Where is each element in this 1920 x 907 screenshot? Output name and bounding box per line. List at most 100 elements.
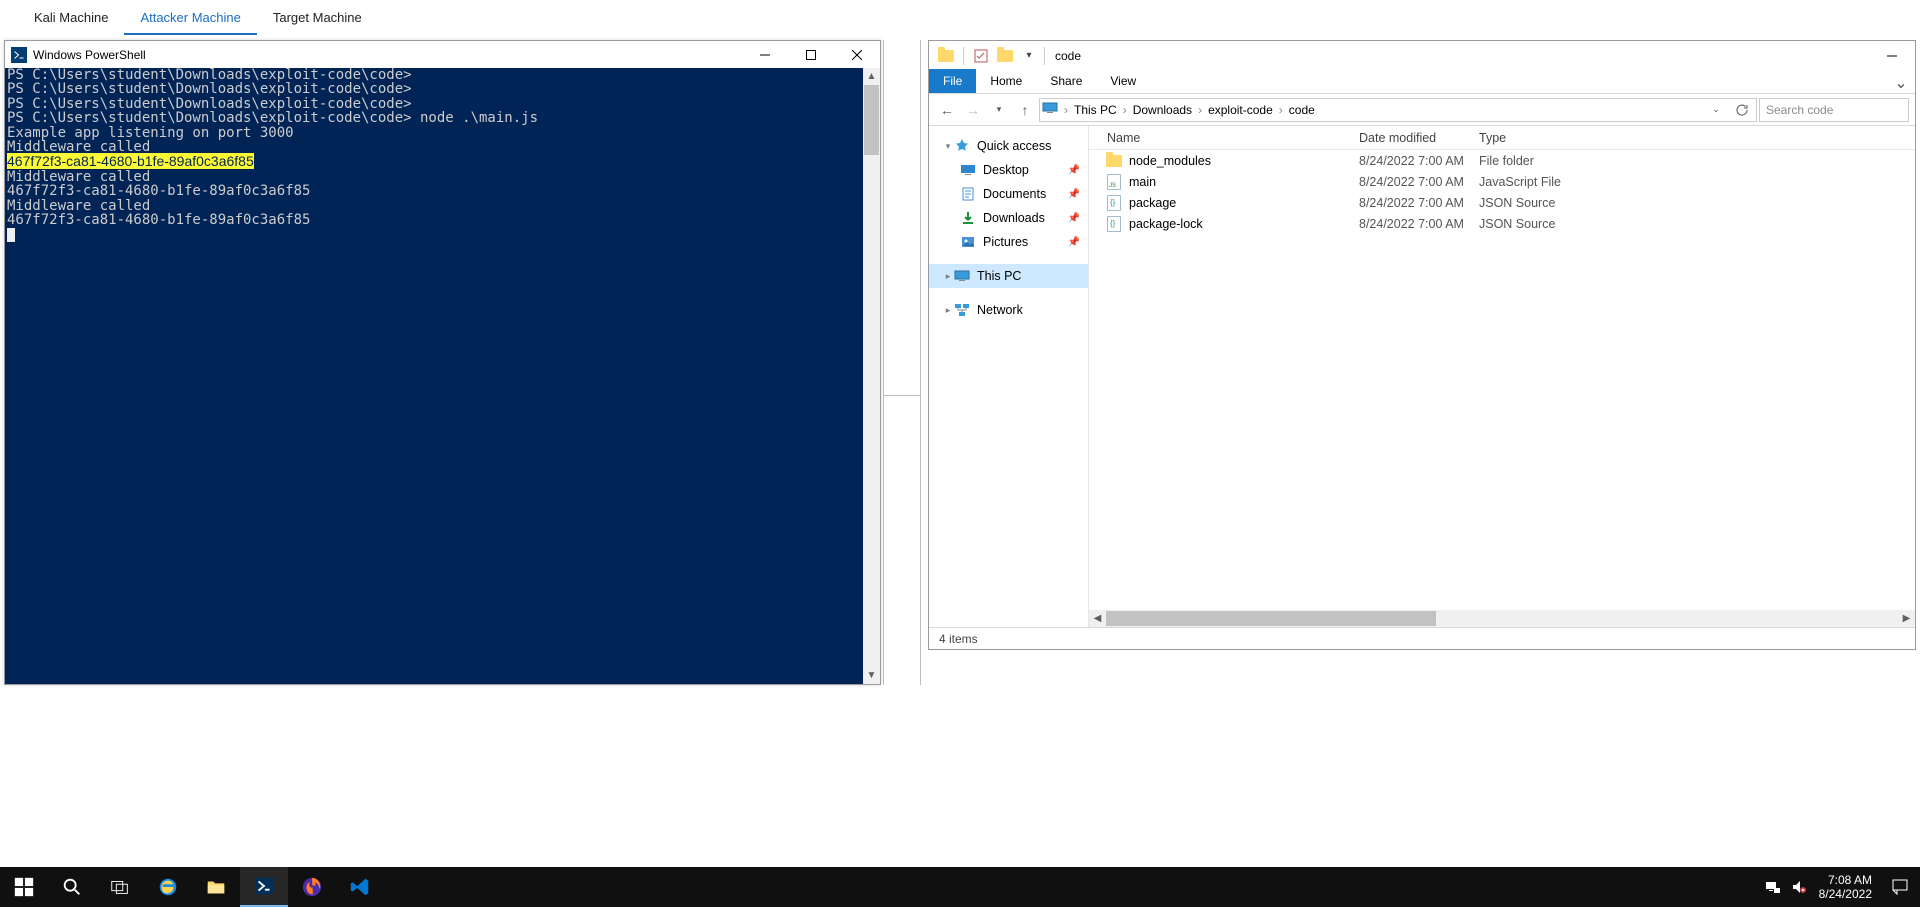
column-header-date[interactable]: Date modified: [1359, 131, 1479, 145]
breadcrumb-code[interactable]: code: [1285, 103, 1319, 117]
explorer-address-row: ← → ▾ ↑ › This PC › Downloads › exploit-…: [929, 94, 1915, 126]
qat-properties-icon[interactable]: [970, 45, 992, 67]
file-date: 8/24/2022 7:00 AM: [1359, 175, 1479, 189]
file-icon: [1105, 215, 1123, 233]
scroll-down-button[interactable]: ▼: [863, 667, 880, 684]
breadcrumb-downloads[interactable]: Downloads: [1129, 103, 1196, 117]
nav-label: This PC: [977, 269, 1021, 283]
explorer-titlebar[interactable]: ▾ code: [929, 41, 1915, 70]
close-button[interactable]: [834, 41, 880, 68]
taskbar-firefox-icon[interactable]: [288, 867, 336, 907]
task-view-button[interactable]: [96, 867, 144, 907]
tab-target-machine[interactable]: Target Machine: [257, 0, 378, 35]
pane-divider[interactable]: [883, 395, 920, 396]
pane-divider[interactable]: [920, 40, 921, 685]
status-item-count: 4 items: [939, 632, 978, 646]
system-tray[interactable]: [1765, 879, 1811, 895]
qat-newfolder-icon[interactable]: [994, 45, 1016, 67]
pictures-icon: [959, 233, 977, 251]
pin-icon: 📌: [1068, 189, 1080, 200]
taskbar-explorer-icon[interactable]: [192, 867, 240, 907]
chevron-right-icon[interactable]: ›: [1277, 103, 1285, 117]
notification-center-button[interactable]: [1880, 867, 1920, 907]
nav-this-pc[interactable]: ▸ This PC: [929, 264, 1088, 288]
scroll-right-button[interactable]: ▶: [1898, 610, 1915, 627]
tray-network-icon[interactable]: [1765, 879, 1781, 895]
nav-pictures[interactable]: Pictures 📌: [945, 230, 1088, 254]
powershell-output[interactable]: PS C:\Users\student\Downloads\exploit-co…: [5, 68, 863, 684]
column-header-name[interactable]: Name: [1089, 131, 1359, 145]
address-bar[interactable]: › This PC › Downloads › exploit-code › c…: [1039, 98, 1757, 122]
address-dropdown-icon[interactable]: ⌄: [1704, 98, 1728, 122]
powershell-title-text: Windows PowerShell: [33, 48, 146, 62]
file-row[interactable]: package-lock8/24/2022 7:00 AMJSON Source: [1089, 213, 1915, 234]
qat-folder-icon[interactable]: [935, 45, 957, 67]
powershell-titlebar[interactable]: Windows PowerShell: [5, 41, 880, 68]
nav-documents[interactable]: Documents 📌: [945, 182, 1088, 206]
file-row[interactable]: node_modules8/24/2022 7:00 AMFile folder: [1089, 150, 1915, 171]
pin-icon: 📌: [1068, 213, 1080, 224]
file-row[interactable]: package8/24/2022 7:00 AMJSON Source: [1089, 192, 1915, 213]
scroll-up-button[interactable]: ▲: [863, 68, 880, 85]
tab-kali-machine[interactable]: Kali Machine: [18, 0, 124, 35]
nav-label: Network: [977, 303, 1023, 317]
taskbar-powershell-icon[interactable]: [240, 867, 288, 907]
ribbon-tab-share[interactable]: Share: [1036, 69, 1096, 93]
nav-forward-button[interactable]: →: [961, 98, 985, 122]
explorer-title-text: code: [1055, 49, 1081, 63]
breadcrumb-exploit-code[interactable]: exploit-code: [1204, 103, 1277, 117]
taskbar-ie-icon[interactable]: [144, 867, 192, 907]
breadcrumb-this-pc[interactable]: This PC: [1070, 103, 1121, 117]
maximize-button[interactable]: [788, 41, 834, 68]
scroll-thumb[interactable]: [1106, 611, 1436, 626]
file-type: JSON Source: [1479, 217, 1915, 231]
scroll-track[interactable]: [1106, 610, 1898, 627]
ribbon-tab-home[interactable]: Home: [976, 69, 1036, 93]
nav-up-button[interactable]: ↑: [1013, 98, 1037, 122]
qat-customize-icon[interactable]: ▾: [1018, 45, 1040, 67]
nav-desktop[interactable]: Desktop 📌: [945, 158, 1088, 182]
start-button[interactable]: [0, 867, 48, 907]
ribbon-expand-icon[interactable]: ⌄: [1887, 73, 1915, 93]
explorer-window: ▾ code File Home Share View ⌄ ← → ▾ ↑: [928, 40, 1916, 650]
pin-icon: 📌: [1068, 165, 1080, 176]
file-date: 8/24/2022 7:00 AM: [1359, 196, 1479, 210]
scroll-track[interactable]: [863, 85, 880, 667]
nav-network[interactable]: ▸ Network: [929, 298, 1088, 322]
nav-back-button[interactable]: ←: [935, 98, 959, 122]
minimize-button[interactable]: [742, 41, 788, 68]
file-icon: [1105, 152, 1123, 170]
pc-icon: [1042, 100, 1058, 119]
scroll-left-button[interactable]: ◀: [1089, 610, 1106, 627]
taskbar-vscode-icon[interactable]: [336, 867, 384, 907]
file-type: JSON Source: [1479, 196, 1915, 210]
horizontal-scrollbar[interactable]: ◀ ▶: [1089, 610, 1915, 627]
ribbon-tab-file[interactable]: File: [929, 69, 976, 93]
chevron-right-icon[interactable]: ›: [1121, 103, 1129, 117]
tab-attacker-machine[interactable]: Attacker Machine: [124, 0, 256, 35]
tray-volume-icon[interactable]: [1791, 879, 1807, 895]
scroll-thumb[interactable]: [864, 85, 879, 155]
taskbar-clock[interactable]: 7:08 AM 8/24/2022: [1811, 873, 1880, 901]
minimize-button[interactable]: [1869, 41, 1915, 70]
nav-downloads[interactable]: Downloads 📌: [945, 206, 1088, 230]
chevron-right-icon[interactable]: ›: [1196, 103, 1204, 117]
column-header-type[interactable]: Type: [1479, 131, 1915, 145]
pc-icon: [953, 267, 971, 285]
refresh-button[interactable]: [1730, 98, 1754, 122]
ribbon-tab-view[interactable]: View: [1096, 69, 1150, 93]
desktop-area: Windows PowerShell PS C:\Users\student\D…: [0, 35, 1920, 867]
pane-divider[interactable]: [883, 40, 884, 685]
file-date: 8/24/2022 7:00 AM: [1359, 154, 1479, 168]
powershell-icon: [11, 47, 27, 63]
nav-quick-access[interactable]: ▾ Quick access: [929, 134, 1088, 158]
downloads-icon: [959, 209, 977, 227]
documents-icon: [959, 185, 977, 203]
file-row[interactable]: main8/24/2022 7:00 AMJavaScript File: [1089, 171, 1915, 192]
nav-recent-dropdown[interactable]: ▾: [987, 98, 1011, 122]
powershell-scrollbar[interactable]: ▲ ▼: [863, 68, 880, 684]
chevron-down-icon: ▾: [943, 141, 953, 152]
search-button[interactable]: [48, 867, 96, 907]
search-input[interactable]: Search code: [1759, 98, 1909, 122]
chevron-right-icon[interactable]: ›: [1062, 103, 1070, 117]
